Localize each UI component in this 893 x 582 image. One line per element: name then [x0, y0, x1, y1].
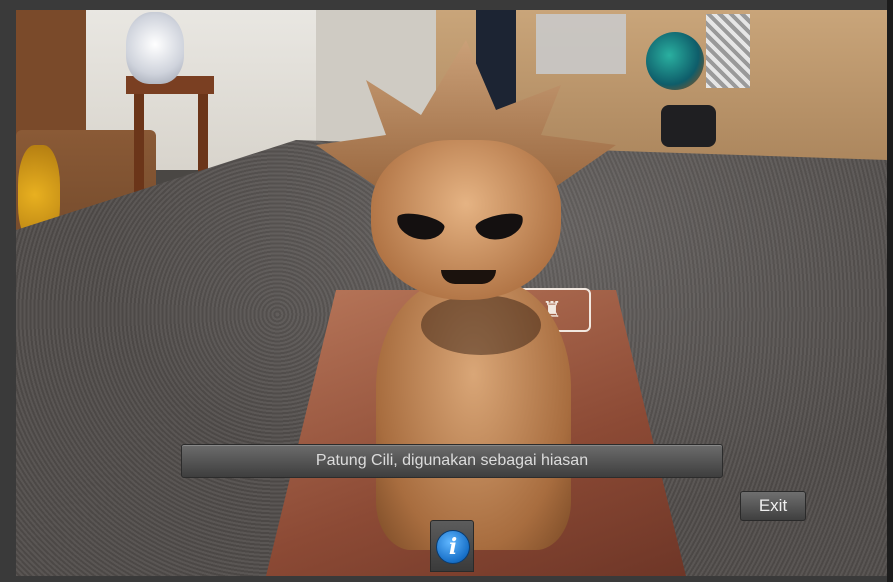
app-frame: ♜ Patung Cili, digunakan sebagai hiasan … [0, 0, 893, 582]
decorative-jar [646, 32, 704, 90]
info-icon[interactable]: i [436, 530, 470, 564]
porcelain-vase [126, 12, 184, 84]
basket [706, 14, 750, 88]
window-edge [887, 0, 893, 582]
caption-bar: Patung Cili, digunakan sebagai hiasan [181, 444, 723, 478]
stool-leg [134, 94, 144, 204]
black-bag [661, 105, 716, 147]
info-button[interactable]: i [430, 520, 474, 572]
exit-button[interactable]: Exit [740, 491, 806, 521]
statue-shadow [421, 295, 541, 355]
statue-mouth [441, 270, 496, 284]
wooden-shelf [16, 10, 86, 140]
plastic-box [536, 14, 626, 74]
